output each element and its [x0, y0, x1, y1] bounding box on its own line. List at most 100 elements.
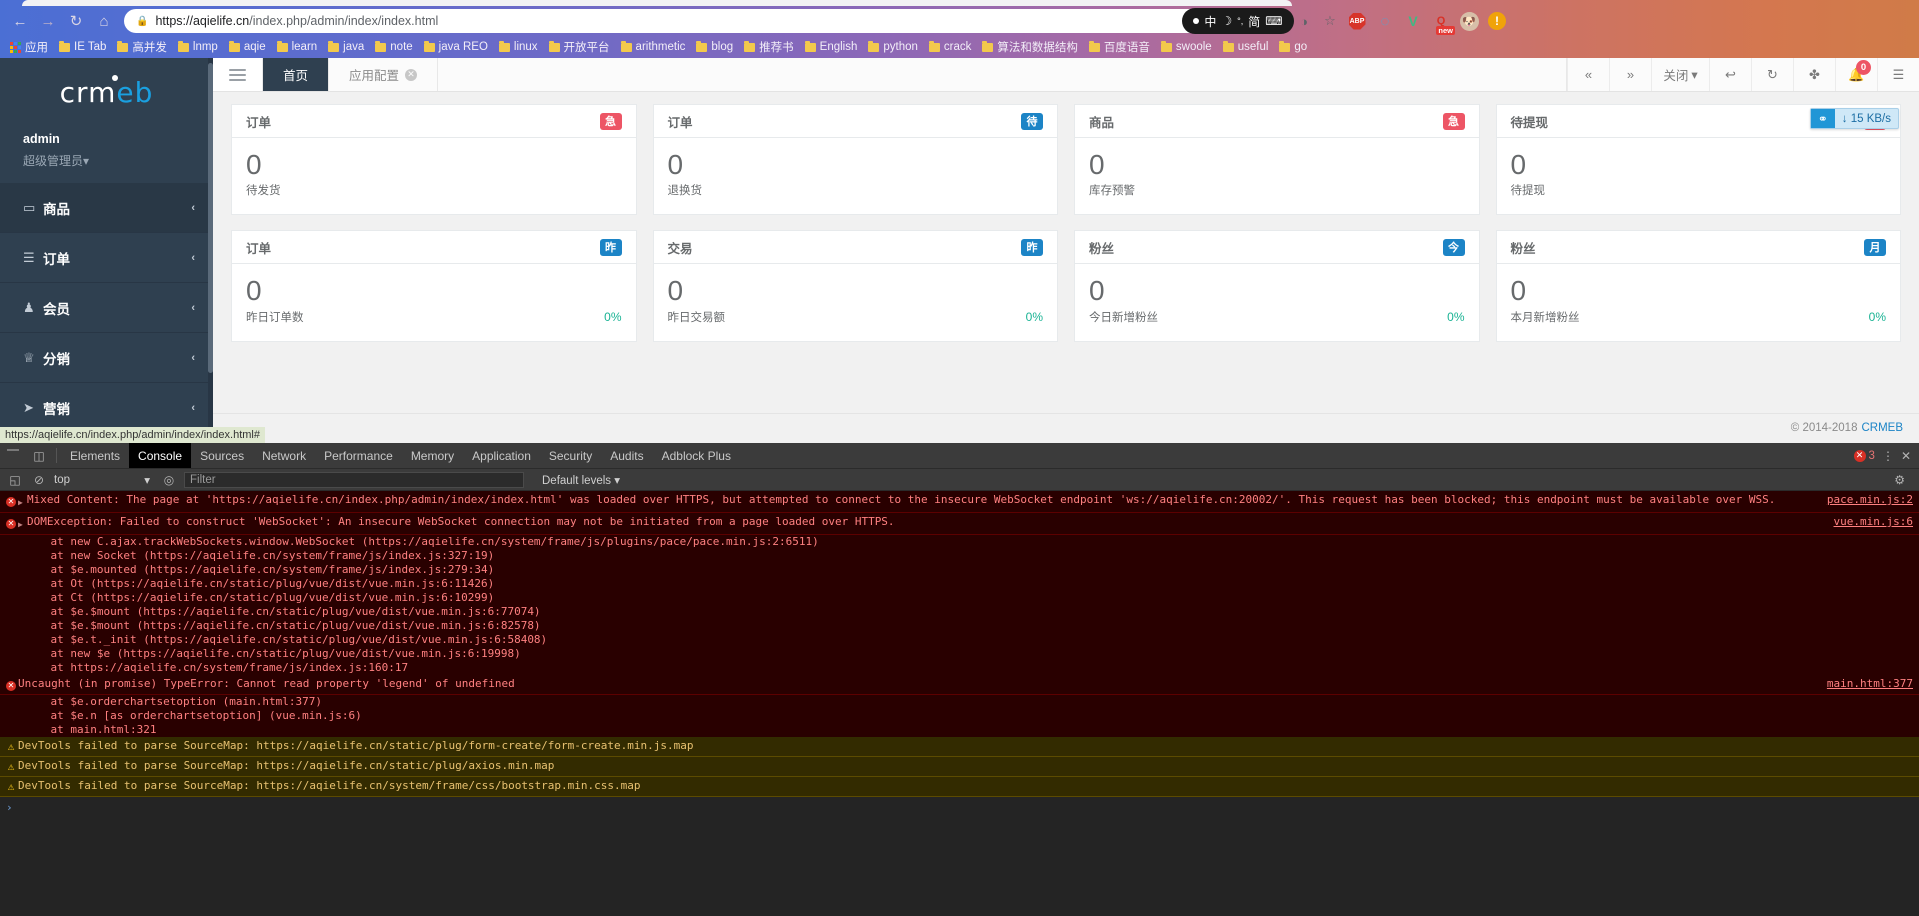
crmeb-logo[interactable]: crmeb: [0, 58, 213, 126]
devtools-tab-performance[interactable]: Performance: [315, 443, 402, 468]
sidebar-item-5[interactable]: ➤ 营销 ‹: [0, 383, 213, 433]
bookmark-item[interactable]: java: [323, 37, 369, 57]
stat-card[interactable]: 订单 急 0 待发货: [231, 104, 637, 216]
stat-card[interactable]: 交易 昨 0 昨日交易额 0%: [652, 230, 1058, 342]
opera-vpn-icon[interactable]: ◌: [1372, 8, 1398, 34]
ime-keyboard-icon[interactable]: ⌨: [1265, 14, 1282, 28]
bookmark-item[interactable]: IE Tab: [54, 37, 111, 57]
console-message-row[interactable]: ✕ Uncaught (in promise) TypeError: Cannot…: [0, 675, 1919, 695]
bookmark-item[interactable]: java REO: [419, 37, 493, 57]
reload-button[interactable]: ↻: [62, 8, 90, 34]
bookmark-star-icon[interactable]: ☆: [1318, 9, 1342, 33]
bookmark-item[interactable]: 应用: [5, 37, 53, 57]
expand-arrow-icon[interactable]: ▶: [18, 515, 27, 532]
sidebar-user-box[interactable]: admin 超级管理员▾: [0, 126, 213, 183]
close-icon[interactable]: ✕: [1901, 449, 1911, 463]
layout-button[interactable]: ☰: [1877, 58, 1919, 91]
vue-devtools-icon[interactable]: V: [1400, 8, 1426, 34]
devtools-tab-adblock-plus[interactable]: Adblock Plus: [653, 443, 740, 468]
ime-mode-icon[interactable]: ☽: [1221, 14, 1232, 28]
devtools-more-icon[interactable]: ⋮: [1882, 449, 1894, 463]
execution-context-select[interactable]: top ▾: [54, 473, 154, 487]
bookmark-item[interactable]: go: [1274, 37, 1312, 57]
stat-card[interactable]: 粉丝 今 0 今日新增粉丝 0%: [1074, 230, 1480, 342]
content-tab-2[interactable]: 应用配置 ✕: [329, 58, 439, 91]
bookmark-item[interactable]: python: [863, 37, 923, 57]
console-message-row[interactable]: ⚠ DevTools failed to parse SourceMap: htt…: [0, 757, 1919, 777]
console-message-list[interactable]: ✕ ▶ Mixed Content: The page at 'https://aq…: [0, 491, 1919, 916]
gear-icon[interactable]: ⚙: [1894, 473, 1905, 487]
console-message-source[interactable]: main.html:377: [1817, 677, 1913, 691]
console-stack-line[interactable]: at $e.$mount (https://aqielife.cn/static…: [0, 619, 1919, 633]
console-message-row[interactable]: ⚠ DevTools failed to parse SourceMap: htt…: [0, 737, 1919, 757]
console-message-row[interactable]: ⚠ DevTools failed to parse SourceMap: htt…: [0, 777, 1919, 797]
expand-arrow-icon[interactable]: ▶: [18, 493, 27, 510]
ime-language[interactable]: 中: [1204, 13, 1216, 30]
devtools-tab-application[interactable]: Application: [463, 443, 540, 468]
bookmark-item[interactable]: 百度语音: [1084, 37, 1155, 57]
devtools-tab-console[interactable]: Console: [129, 443, 192, 468]
back-button[interactable]: ↩: [1709, 58, 1751, 91]
devtools-tab-memory[interactable]: Memory: [402, 443, 463, 468]
devtools-tab-elements[interactable]: Elements: [61, 443, 129, 468]
sidebar-item-1[interactable]: ▭ 商品 ‹: [0, 183, 213, 233]
close-tabs-dropdown[interactable]: 关闭 ▾: [1651, 58, 1709, 91]
user-role[interactable]: 超级管理员▾: [23, 152, 213, 169]
devtools-tab-sources[interactable]: Sources: [191, 443, 253, 468]
ime-status-pill[interactable]: 中 ☽ °, 简 ⌨: [1182, 8, 1294, 34]
error-count-badge[interactable]: ✕ 3: [1853, 449, 1875, 462]
bookmark-item[interactable]: 算法和数据结构: [977, 37, 1083, 57]
inspect-element-icon[interactable]: ⎺: [0, 443, 26, 468]
bookmark-item[interactable]: lnmp: [173, 37, 223, 57]
stat-card[interactable]: 订单 待 0 退换货: [652, 104, 1058, 216]
adblock-plus-icon[interactable]: ABP: [1344, 8, 1370, 34]
bookmark-item[interactable]: swoole: [1156, 37, 1217, 57]
log-levels-select[interactable]: Default levels ▾: [542, 473, 620, 487]
bookmark-item[interactable]: useful: [1218, 37, 1274, 57]
stat-card[interactable]: 订单 昨 0 昨日订单数 0%: [231, 230, 637, 342]
home-button[interactable]: ⌂: [90, 8, 118, 34]
refresh-button[interactable]: ↻: [1751, 58, 1793, 91]
address-bar[interactable]: 🔒 https://aqielife.cn/index.php/admin/in…: [124, 9, 1284, 33]
forward-button[interactable]: →: [34, 8, 62, 34]
footer-brand-link[interactable]: CRMEB: [1861, 422, 1903, 434]
console-stack-line[interactable]: at $e.t._init (https://aqielife.cn/stati…: [0, 633, 1919, 647]
sidebar-item-2[interactable]: ☰ 订单 ‹: [0, 233, 213, 283]
console-filter-input[interactable]: Filter: [184, 471, 524, 488]
console-sidebar-toggle-icon[interactable]: ◱: [6, 473, 24, 487]
bookmark-item[interactable]: crack: [924, 37, 976, 57]
qq-extension-icon[interactable]: Q new: [1428, 8, 1455, 35]
device-toolbar-icon[interactable]: ◫: [26, 443, 52, 468]
bookmark-item[interactable]: English: [800, 37, 863, 57]
console-stack-line[interactable]: at https://aqielife.cn/system/frame/js/i…: [0, 661, 1919, 675]
bookmark-item[interactable]: arithmetic: [616, 37, 691, 57]
bookmark-item[interactable]: learn: [272, 37, 323, 57]
devtools-tab-network[interactable]: Network: [253, 443, 315, 468]
bookmark-item[interactable]: 开放平台: [544, 37, 615, 57]
scroll-tabs-left-button[interactable]: «: [1567, 58, 1609, 91]
console-stack-line[interactable]: at new $e (https://aqielife.cn/static/pl…: [0, 647, 1919, 661]
console-stack-line[interactable]: at new C.ajax.trackWebSockets.window.Web…: [0, 535, 1919, 549]
console-stack-line[interactable]: at Ct (https://aqielife.cn/static/plug/v…: [0, 591, 1919, 605]
profile-avatar[interactable]: 🐶: [1456, 8, 1482, 34]
console-stack-line[interactable]: at main.html:321: [0, 723, 1919, 737]
console-stack-line[interactable]: at $e.n [as orderchartsetoption] (vue.mi…: [0, 709, 1919, 723]
console-message-row[interactable]: ✕ ▶ DOMException: Failed to construct 'Web…: [0, 513, 1919, 535]
clear-console-icon[interactable]: ⊘: [30, 473, 48, 487]
sidebar-item-3[interactable]: ♟ 会员 ‹: [0, 283, 213, 333]
console-message-source[interactable]: vue.min.js:6: [1824, 515, 1913, 529]
devtools-tab-audits[interactable]: Audits: [601, 443, 652, 468]
console-prompt[interactable]: ›: [0, 797, 1919, 818]
console-stack-line[interactable]: at $e.$mount (https://aqielife.cn/static…: [0, 605, 1919, 619]
network-speed-widget[interactable]: ⚭ ↓ 15 KB/s: [1809, 108, 1899, 129]
devtools-tab-security[interactable]: Security: [540, 443, 601, 468]
content-tab-1[interactable]: 首页: [263, 58, 330, 91]
sidebar-item-4[interactable]: ♕ 分销 ‹: [0, 333, 213, 383]
console-stack-line[interactable]: at Ot (https://aqielife.cn/static/plug/v…: [0, 577, 1919, 591]
bookmark-item[interactable]: blog: [691, 37, 738, 57]
bookmark-item[interactable]: linux: [494, 37, 543, 57]
sidebar-toggle-button[interactable]: [213, 58, 263, 91]
notifications-button[interactable]: 🔔 0: [1835, 58, 1877, 91]
console-message-source[interactable]: pace.min.js:2: [1817, 493, 1913, 507]
back-button[interactable]: ←: [6, 8, 34, 34]
